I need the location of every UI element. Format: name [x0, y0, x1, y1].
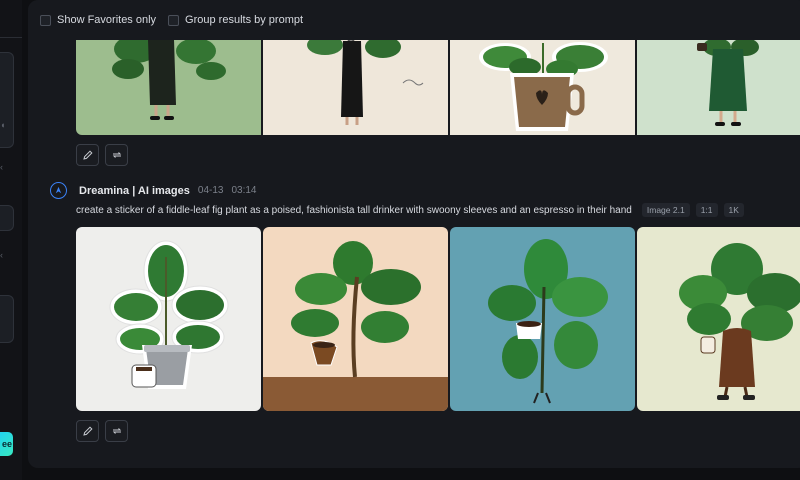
edit-prompt-button[interactable]: [76, 420, 99, 442]
image-thumbnail[interactable]: [76, 227, 261, 411]
prompt-row: create a sticker of a fiddle-leaf fig pl…: [76, 203, 744, 217]
sidebar-chevron-icon: ‹: [0, 162, 3, 172]
image-thumbnail[interactable]: [637, 227, 800, 411]
generation-date: 04-13: [197, 185, 224, 196]
regenerate-button[interactable]: [105, 420, 128, 442]
prompt-text: create a sticker of a fiddle-leaf fig pl…: [76, 204, 632, 216]
edit-icon: [82, 426, 93, 436]
regenerate-button[interactable]: [105, 144, 128, 166]
image-thumbnail[interactable]: [450, 39, 635, 135]
image-thumbnail[interactable]: [450, 227, 635, 411]
generation-time: 03:14: [231, 185, 257, 196]
dreamina-logo-icon: [50, 182, 67, 199]
results-panel: Show Favorites only Group results by pro…: [28, 0, 800, 468]
regenerate-icon: [112, 152, 121, 158]
sidebar-divider: [0, 37, 22, 38]
generation-header: Dreamina | AI images 04-13 03:14: [50, 182, 257, 199]
favorites-checkbox[interactable]: [40, 14, 51, 26]
sidebar-item-icon: ◖: [0, 120, 6, 130]
image-thumbnail[interactable]: [263, 39, 448, 135]
sidebar: ◖ ‹ ‹ ee: [0, 0, 22, 480]
edit-prompt-button[interactable]: [76, 144, 99, 166]
image-thumbnail[interactable]: [637, 39, 800, 135]
model-tag: Image 2.1: [641, 203, 690, 217]
sidebar-cta-button[interactable]: ee: [0, 432, 13, 456]
image-thumbnail[interactable]: [263, 227, 448, 411]
sidebar-card[interactable]: [0, 52, 14, 148]
favorites-label: Show Favorites only: [57, 14, 157, 26]
group-checkbox[interactable]: [168, 14, 180, 26]
regenerate-icon: [112, 428, 121, 434]
edit-icon: [82, 150, 93, 160]
group-filter[interactable]: Group results by prompt: [168, 14, 303, 26]
image-grid-previous: [76, 39, 800, 135]
ratio-tag: 1:1: [695, 203, 718, 217]
resolution-tag: 1K: [723, 203, 744, 217]
image-thumbnail[interactable]: [76, 39, 261, 135]
group-label: Group results by prompt: [185, 14, 304, 26]
image-actions: [76, 420, 128, 442]
sidebar-chevron-icon: ‹: [0, 250, 3, 260]
image-grid: [76, 227, 800, 411]
favorites-filter[interactable]: Show Favorites only: [40, 14, 156, 26]
sidebar-card[interactable]: [0, 295, 14, 343]
generation-author: Dreamina | AI images: [79, 184, 190, 197]
sidebar-card[interactable]: [0, 205, 14, 231]
filter-bar: Show Favorites only Group results by pro…: [28, 0, 800, 40]
image-actions-previous: [76, 144, 128, 166]
